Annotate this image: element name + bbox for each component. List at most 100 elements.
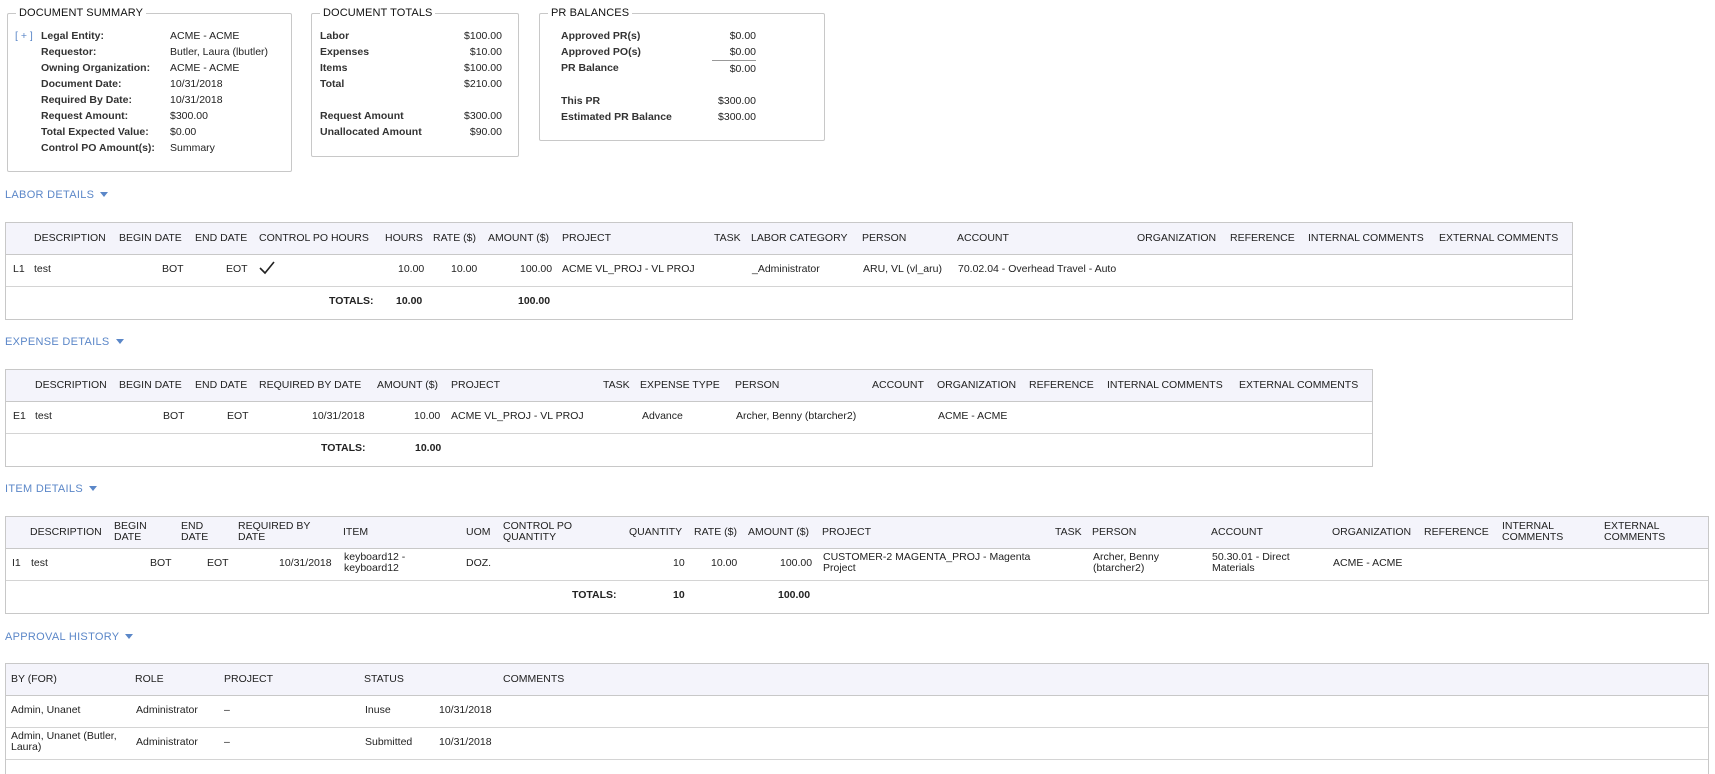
totals-value: $210.00 [464, 78, 502, 90]
totals-amount: 100.00 [518, 295, 551, 307]
row-divider [6, 727, 1708, 728]
column-header: PROJECT [822, 526, 872, 538]
column-header: AMOUNT ($) [488, 232, 550, 244]
totals-amount: 100.00 [778, 589, 811, 601]
cell-account: 50.30.01 - Direct Materials [1212, 551, 1290, 574]
pr-balances-title: PR BALANCES [548, 7, 633, 19]
totals-label: TOTALS: [329, 295, 374, 307]
totals-value: $90.00 [469, 126, 502, 138]
summary-value: 10/31/2018 [170, 94, 223, 106]
totals-label: TOTALS: [572, 589, 617, 601]
document-summary-panel: DOCUMENT SUMMARY [ + ] Legal Entity: ACM… [7, 7, 292, 172]
item-details-toggle[interactable]: ITEM DETAILS [5, 483, 97, 495]
approval-project: – [224, 704, 230, 716]
cell-description: test [35, 410, 52, 422]
totals-label: TOTALS: [321, 442, 366, 454]
summary-label: Legal Entity: [41, 30, 105, 42]
balances-label: Approved PR(s) [561, 30, 641, 42]
column-header: END DATE [181, 520, 209, 543]
cell-project: CUSTOMER-2 MAGENTA_PROJ - Magenta Projec… [823, 551, 1031, 574]
summary-value: Butler, Laura (lbutler) [170, 46, 269, 58]
cell-rate: 10.00 [711, 557, 738, 569]
column-header: PERSON [1092, 526, 1137, 538]
approval-date: 10/31/2018 [439, 704, 492, 716]
totals-label: Expenses [320, 46, 370, 58]
balances-value: $0.00 [729, 46, 756, 58]
column-header: TASK [714, 232, 741, 244]
cell-quantity: 10 [673, 557, 685, 569]
column-header: BEGIN DATE [114, 520, 147, 543]
column-header: QUANTITY [629, 526, 683, 538]
approval-by: Admin, Unanet (Butler, Laura) [11, 730, 117, 753]
summary-label: Requestor: [41, 46, 97, 58]
approval-history-label: APPROVAL HISTORY [5, 631, 120, 643]
cell-hours: 10.00 [398, 263, 425, 275]
row-divider [6, 759, 1708, 760]
cell-organization: ACME - ACME [1333, 557, 1403, 569]
column-header: LABOR CATEGORY [751, 232, 848, 244]
column-header: TASK [603, 379, 630, 391]
balances-value: $300.00 [718, 111, 756, 123]
column-header: COMMENTS [503, 673, 565, 685]
cell-amount: 10.00 [414, 410, 441, 422]
totals-value: $10.00 [469, 46, 502, 58]
row-id: L1 [13, 263, 25, 275]
summary-value: 10/31/2018 [170, 78, 223, 90]
column-header: STATUS [364, 673, 404, 685]
balances-divider [712, 60, 756, 61]
totals-label: Request Amount [320, 110, 404, 122]
labor-details-table: DESCRIPTION BEGIN DATE END DATE CONTROL … [5, 222, 1573, 320]
balances-value: $0.00 [729, 63, 756, 75]
expense-details-label: EXPENSE DETAILS [5, 336, 110, 348]
column-header: TASK [1055, 526, 1082, 538]
cell-project: ACME VL_PROJ - VL PROJ [562, 263, 695, 275]
expense-details-toggle[interactable]: EXPENSE DETAILS [5, 336, 124, 348]
totals-label: Items [320, 62, 348, 74]
pr-balances-panel: PR BALANCES Approved PR(s) $0.00 Approve… [539, 7, 825, 141]
column-header: ORGANIZATION [937, 379, 1017, 391]
cell-expense-type: Advance [642, 410, 683, 422]
column-header: PERSON [862, 232, 907, 244]
approval-role: Administrator [136, 704, 198, 716]
document-totals-title: DOCUMENT TOTALS [320, 7, 436, 19]
column-header: DESCRIPTION [34, 232, 106, 244]
cell-labor-category: _Administrator [752, 263, 820, 275]
summary-value: ACME - ACME [170, 30, 240, 42]
cell-end-date: EOT [226, 263, 248, 275]
cell-person: Archer, Benny (btarcher2) [1093, 551, 1159, 574]
cell-account: 70.02.04 - Overhead Travel - Auto [958, 263, 1117, 275]
cell-amount: 100.00 [780, 557, 813, 569]
balances-value: $0.00 [729, 30, 756, 42]
summary-label: Required By Date: [41, 94, 133, 106]
cell-person: ARU, VL (vl_aru) [863, 263, 942, 275]
checkmark-icon [259, 261, 275, 275]
expand-legal-entity-button[interactable]: [ + ] [15, 29, 33, 43]
cell-person: Archer, Benny (btarcher2) [736, 410, 857, 422]
expense-details-table: DESCRIPTION BEGIN DATE END DATE REQUIRED… [5, 369, 1373, 467]
balances-label: Estimated PR Balance [561, 111, 672, 123]
summary-value: Summary [170, 142, 215, 154]
approval-status: Inuse [365, 704, 391, 716]
approval-status: Submitted [365, 736, 413, 748]
cell-item: keyboard12 - keyboard12 [344, 551, 406, 574]
column-header: PROJECT [562, 232, 612, 244]
cell-required-by-date: 10/31/2018 [312, 410, 365, 422]
column-header: INTERNAL COMMENTS [1308, 232, 1424, 244]
summary-value: $0.00 [170, 126, 197, 138]
column-header: REFERENCE [1230, 232, 1295, 244]
row-divider [6, 580, 1708, 581]
cell-rate: 10.00 [451, 263, 478, 275]
column-header: INTERNAL COMMENTS [1502, 520, 1564, 543]
approval-history-toggle[interactable]: APPROVAL HISTORY [5, 631, 134, 643]
totals-quantity: 10 [673, 589, 685, 601]
column-header: ACCOUNT [1211, 526, 1263, 538]
summary-label: Control PO Amount(s): [41, 142, 155, 154]
column-header: PERSON [735, 379, 780, 391]
cell-begin-date: BOT [163, 410, 185, 422]
approval-by: Admin, Unanet [11, 704, 81, 716]
column-header: ROLE [135, 673, 164, 685]
totals-value: $100.00 [464, 30, 502, 42]
labor-details-toggle[interactable]: LABOR DETAILS [5, 189, 109, 201]
column-header: AMOUNT ($) [748, 526, 810, 538]
chevron-down-icon [125, 634, 134, 639]
